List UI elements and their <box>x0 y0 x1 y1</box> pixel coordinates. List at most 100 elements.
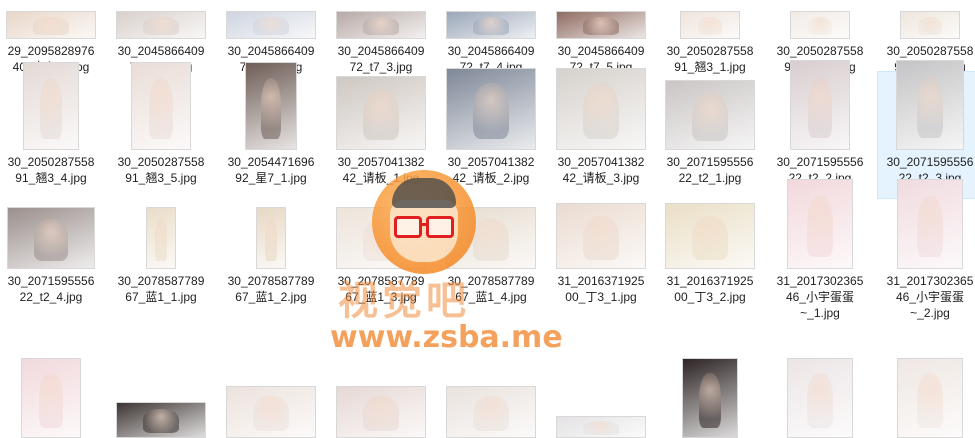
file-name-line: 30_2045866409 <box>117 44 205 58</box>
file-item[interactable]: 30_2078587789 67_蓝1_2.jpg <box>218 190 324 318</box>
file-name-line: 67_蓝1_1.jpg <box>125 290 197 304</box>
file-item[interactable] <box>438 309 544 438</box>
file-name-line: 30_2078587789 <box>117 274 205 288</box>
file-item[interactable]: 30_2050287558 91_翘3_4.jpg <box>0 62 104 199</box>
image-thumbnail <box>897 179 963 269</box>
file-item[interactable] <box>218 309 324 438</box>
image-thumbnail <box>900 11 960 39</box>
image-thumbnail <box>556 416 646 438</box>
file-item[interactable]: 31_2017302365 46_小宇蛋蛋 ~_1.jpg <box>767 179 873 320</box>
file-item[interactable]: 30_2071595556 22_t2_4.jpg <box>0 190 104 318</box>
file-item[interactable]: 30_2078587789 67_蓝1_1.jpg <box>108 190 214 318</box>
image-thumbnail <box>6 11 96 39</box>
image-thumbnail <box>665 80 755 150</box>
file-name-line: 30_2045866409 <box>447 44 535 58</box>
file-name-line: 30_2071595556 <box>7 274 95 288</box>
file-name-line: 30_2057041382 <box>557 155 645 169</box>
image-thumbnail <box>896 60 964 150</box>
file-name-line: 46_小宇蛋蛋 <box>785 290 855 304</box>
file-item[interactable] <box>548 309 654 438</box>
image-thumbnail <box>787 358 853 438</box>
image-thumbnail <box>446 11 536 39</box>
file-name-line: 22_t2_1.jpg <box>678 171 742 185</box>
file-item[interactable]: 30_2057041382 42_请板_1.jpg <box>328 71 434 199</box>
file-item[interactable]: 30_2050287558 91_翘3_5.jpg <box>108 62 214 199</box>
file-name: 31_2016371925 00_丁3_2.jpg <box>658 273 762 311</box>
image-thumbnail <box>680 11 740 39</box>
file-item[interactable] <box>767 309 873 438</box>
file-item[interactable]: 30_2057041382 42_请板_3.jpg <box>548 68 654 199</box>
image-thumbnail <box>336 11 426 39</box>
file-name-line: 30_2071595556 <box>776 155 864 169</box>
file-name-line: 31_2017302365 <box>776 274 864 288</box>
image-thumbnail <box>146 207 176 269</box>
file-name-line: 30_2078587789 <box>447 274 535 288</box>
file-item[interactable] <box>877 309 975 438</box>
file-name-line: 30_2050287558 <box>117 155 205 169</box>
image-thumbnail <box>556 68 646 150</box>
image-thumbnail <box>226 11 316 39</box>
image-thumbnail <box>336 386 426 438</box>
file-name-line: 91_翘3_4.jpg <box>15 171 87 185</box>
image-thumbnail <box>556 11 646 39</box>
image-thumbnail <box>245 62 297 150</box>
file-item[interactable] <box>328 309 434 438</box>
image-thumbnail <box>446 386 536 438</box>
file-name-line: 30_2045866409 <box>227 44 315 58</box>
image-thumbnail <box>665 203 755 269</box>
file-name-line: 31_2017302365 <box>886 274 974 288</box>
file-item[interactable] <box>657 309 763 438</box>
file-name-line: 30_2054471696 <box>227 155 315 169</box>
image-thumbnail <box>446 207 536 269</box>
file-name-line: 92_星7_1.jpg <box>235 171 307 185</box>
file-name-line: 31_2016371925 <box>666 274 754 288</box>
file-item[interactable]: 30_2078587789 67_蓝1_3.jpg <box>328 190 434 318</box>
file-item[interactable] <box>108 309 214 438</box>
file-name-line: 00_丁3_1.jpg <box>565 290 637 304</box>
file-name-line: 31_2016371925 <box>557 274 645 288</box>
file-item[interactable] <box>0 309 104 438</box>
file-name: 30_2057041382 42_请板_1.jpg <box>329 154 433 192</box>
file-item[interactable]: 30_2057041382 42_请板_2.jpg <box>438 68 544 199</box>
file-item[interactable]: 30_2054471696 92_星7_1.jpg <box>218 62 324 199</box>
image-thumbnail <box>556 203 646 269</box>
image-thumbnail <box>7 207 95 269</box>
image-thumbnail <box>116 11 206 39</box>
file-name-line: 42_请板_1.jpg <box>342 171 420 185</box>
file-item[interactable]: 30_2078587789 67_蓝1_4.jpg <box>438 190 544 318</box>
file-item[interactable]: 31_2016371925 00_丁3_2.jpg <box>657 190 763 318</box>
file-name: 30_2057041382 42_请板_3.jpg <box>549 154 653 192</box>
image-thumbnail <box>790 11 850 39</box>
file-name-line: 30_2050287558 <box>776 44 864 58</box>
file-item[interactable]: 30_2071595556 22_t2_1.jpg <box>657 71 763 199</box>
image-thumbnail <box>790 60 850 150</box>
file-name-line: 91_翘3_5.jpg <box>125 171 197 185</box>
file-name-line: 30_2078587789 <box>227 274 315 288</box>
image-thumbnail <box>116 402 206 438</box>
image-thumbnail <box>256 207 286 269</box>
file-name-line: 30_2078587789 <box>337 274 425 288</box>
file-name: 30_2057041382 42_请板_2.jpg <box>439 154 543 192</box>
file-name-line: 30_2050287558 <box>7 155 95 169</box>
file-item[interactable]: 31_2016371925 00_丁3_1.jpg <box>548 190 654 318</box>
file-name: 30_2054471696 92_星7_1.jpg <box>219 154 323 192</box>
file-item[interactable]: 31_2017302365 46_小宇蛋蛋 ~_2.jpg <box>877 179 975 320</box>
image-thumbnail <box>23 62 79 150</box>
image-thumbnail <box>446 68 536 150</box>
file-name: 30_2071595556 22_t2_4.jpg <box>0 273 103 311</box>
file-name-line: 42_请板_3.jpg <box>562 171 640 185</box>
file-name-line: 29_2095828976 <box>7 44 95 58</box>
image-thumbnail <box>682 358 738 438</box>
file-name: 30_2078587789 67_蓝1_4.jpg <box>439 273 543 311</box>
file-name: 30_2050287558 91_翘3_5.jpg <box>109 154 213 192</box>
file-name-line: 67_蓝1_4.jpg <box>455 290 527 304</box>
file-name-line: 42_请板_2.jpg <box>452 171 530 185</box>
file-name-line: 46_小宇蛋蛋 <box>895 290 965 304</box>
image-thumbnail <box>897 358 963 438</box>
file-name-line: 67_蓝1_3.jpg <box>345 290 417 304</box>
file-name-line: 67_蓝1_2.jpg <box>235 290 307 304</box>
file-name: 30_2078587789 67_蓝1_1.jpg <box>109 273 213 311</box>
file-name-line: 30_2045866409 <box>337 44 425 58</box>
file-name: 30_2078587789 67_蓝1_2.jpg <box>219 273 323 311</box>
file-name: 30_2071595556 22_t2_1.jpg <box>658 154 762 192</box>
